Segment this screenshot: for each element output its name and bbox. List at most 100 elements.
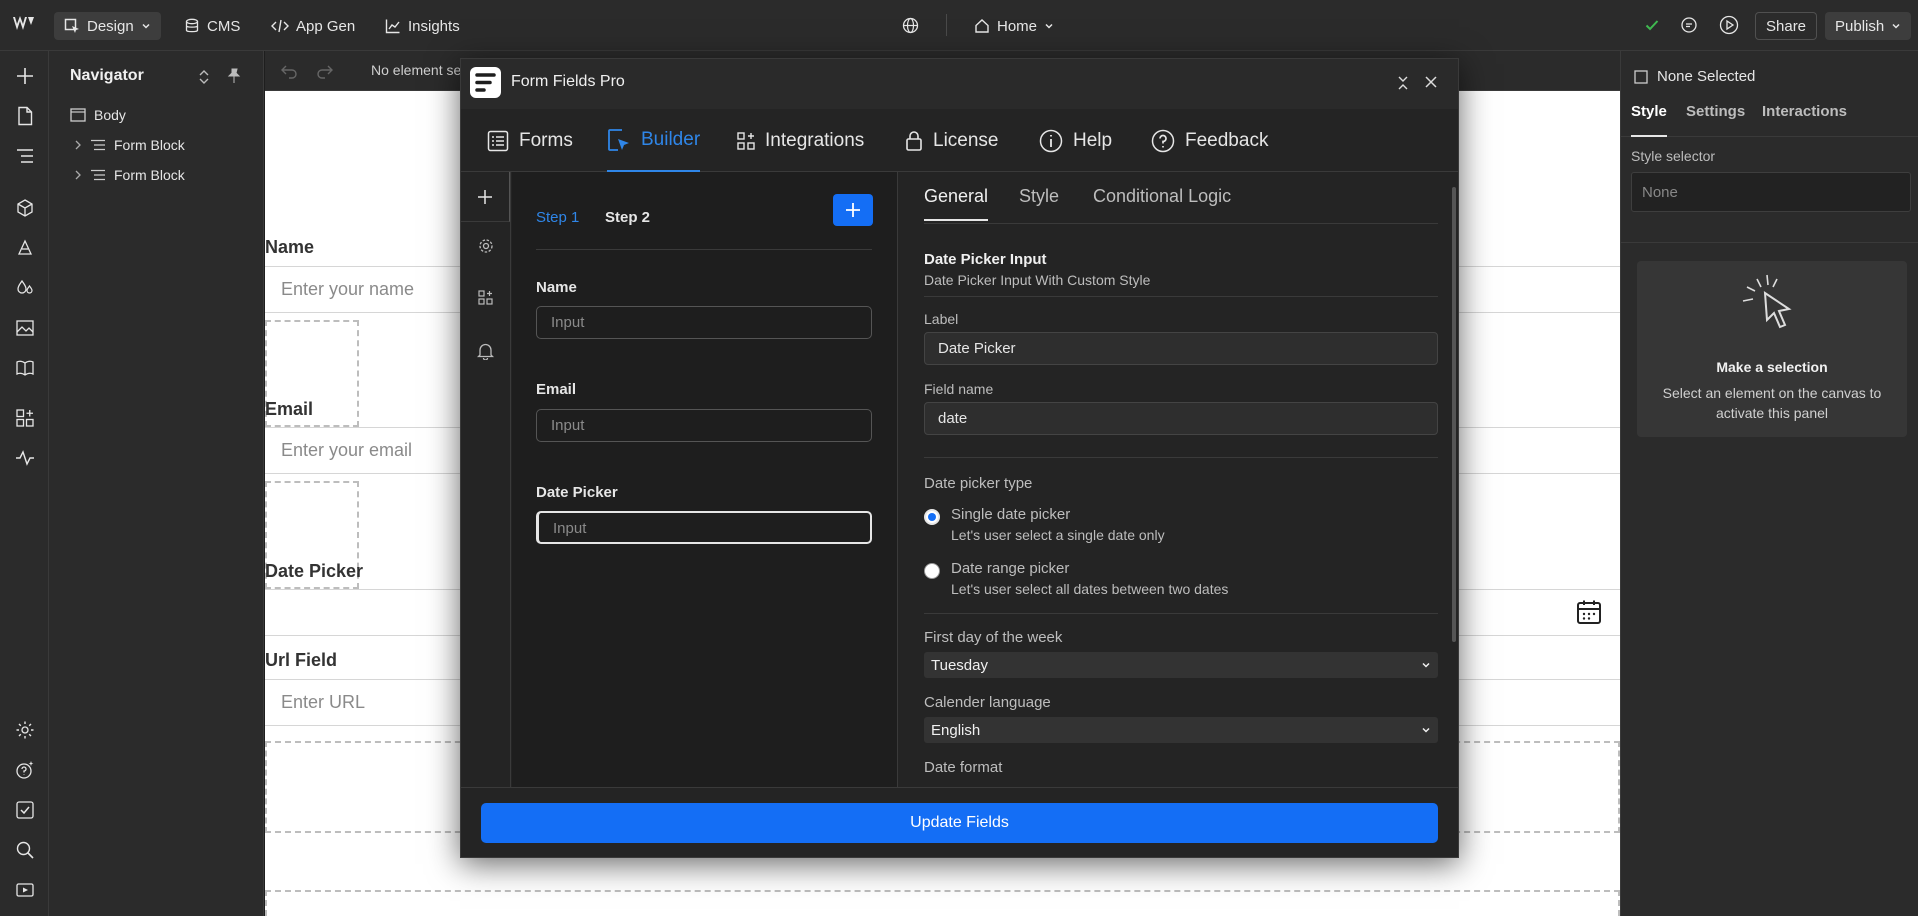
integrations-grid-icon[interactable]: [478, 290, 493, 305]
builder-cursor-icon: [607, 128, 631, 152]
share-button[interactable]: Share: [1755, 12, 1818, 40]
single-date-radio[interactable]: [924, 509, 940, 525]
field-name-input[interactable]: date: [924, 402, 1438, 435]
activity-icon[interactable]: [12, 445, 38, 471]
tab-general[interactable]: General: [924, 186, 989, 221]
settings-scrollbar[interactable]: [1452, 187, 1456, 642]
question-icon: [1151, 129, 1175, 153]
tab-builder[interactable]: Builder: [607, 109, 701, 172]
nav-item-label: Form Block: [114, 137, 185, 153]
single-date-title: Single date picker: [951, 506, 1071, 523]
close-icon[interactable]: [1424, 75, 1438, 89]
left-toolbar: [0, 51, 49, 916]
webflow-logo-icon[interactable]: [12, 14, 36, 34]
label-input[interactable]: Date Picker: [924, 332, 1438, 365]
pages-icon[interactable]: [12, 103, 38, 129]
section-subtitle: Date Picker Input With Custom Style: [924, 272, 1151, 288]
calendar-icon[interactable]: [1576, 599, 1602, 625]
style-selectors-icon[interactable]: [12, 235, 38, 261]
apps-icon[interactable]: [12, 405, 38, 431]
date-range-radio[interactable]: [924, 563, 940, 579]
body-box-icon: [70, 108, 86, 122]
assets-image-icon[interactable]: [12, 315, 38, 341]
section-title: Date Picker Input: [924, 251, 1047, 268]
globe-icon[interactable]: [902, 17, 919, 34]
navigator-icon[interactable]: [12, 143, 38, 169]
language-value: English: [931, 721, 981, 739]
empty-state-title: Make a selection: [1716, 359, 1828, 375]
tab-label: Forms: [519, 129, 573, 151]
update-fields-button[interactable]: Update Fields: [481, 803, 1438, 843]
form-lines-icon: [90, 139, 106, 151]
chevron-right-icon[interactable]: [74, 140, 82, 150]
settings-gear-icon[interactable]: [478, 238, 494, 254]
design-mode-button[interactable]: Design: [54, 12, 161, 40]
insights-button[interactable]: Insights: [385, 12, 460, 40]
variables-drops-icon[interactable]: [12, 275, 38, 301]
cms-button[interactable]: CMS: [184, 12, 240, 40]
step-2-tab[interactable]: Step 2: [605, 209, 650, 226]
style-selector-input[interactable]: None: [1631, 172, 1911, 212]
builder-sidebar: [461, 172, 511, 787]
preview-play-icon[interactable]: [1719, 15, 1739, 35]
nav-item-body[interactable]: Body: [70, 107, 126, 123]
tab-license[interactable]: License: [905, 109, 999, 172]
insights-label: Insights: [408, 17, 460, 35]
tab-integrations[interactable]: Integrations: [737, 109, 864, 172]
undo-icon[interactable]: [280, 63, 298, 79]
minimize-icon[interactable]: [1396, 75, 1410, 91]
field-date-input[interactable]: Input: [536, 511, 872, 544]
navigator-title: Navigator: [70, 67, 144, 84]
publish-button[interactable]: Publish: [1825, 12, 1912, 40]
book-icon[interactable]: [12, 355, 38, 381]
section-divider: [924, 296, 1438, 297]
bell-icon[interactable]: [477, 342, 494, 360]
single-date-desc: Let's user select a single date only: [951, 527, 1165, 543]
form-fields-pro-modal: Form Fields Pro Forms Builder Integratio…: [460, 58, 1459, 858]
navigator-panel: Navigator Body Form Block Form Block: [49, 51, 264, 916]
video-tutorial-icon[interactable]: [12, 877, 38, 903]
add-step-button[interactable]: [833, 194, 873, 226]
canvas-form-section[interactable]: [265, 890, 1620, 916]
chevron-down-icon: [1421, 660, 1431, 670]
pin-icon[interactable]: [227, 68, 241, 84]
app-gen-button[interactable]: App Gen: [271, 12, 355, 40]
help-sparkle-icon[interactable]: [12, 757, 38, 783]
search-icon[interactable]: [12, 837, 38, 863]
add-icon[interactable]: [12, 63, 38, 89]
steps-divider: [536, 249, 872, 250]
first-day-select[interactable]: Tuesday: [924, 652, 1438, 678]
form-lines-icon: [90, 169, 106, 181]
nav-item-form-block[interactable]: Form Block: [74, 167, 185, 183]
field-email-input[interactable]: Input: [536, 409, 872, 442]
tab-conditional-logic[interactable]: Conditional Logic: [1093, 186, 1231, 207]
settings-gear-icon[interactable]: [12, 717, 38, 743]
canvas-date-label: Date Picker: [265, 561, 364, 581]
tab-forms[interactable]: Forms: [487, 109, 573, 172]
tab-settings[interactable]: Settings: [1686, 103, 1745, 120]
page-selector[interactable]: Home: [974, 12, 1054, 40]
nav-item-form-block[interactable]: Form Block: [74, 137, 185, 153]
database-icon: [184, 18, 200, 34]
tab-feedback[interactable]: Feedback: [1151, 109, 1268, 172]
language-select[interactable]: English: [924, 717, 1438, 743]
comment-icon[interactable]: [1680, 16, 1698, 34]
add-field-icon[interactable]: [461, 172, 510, 222]
chevron-right-icon[interactable]: [74, 170, 82, 180]
panel-divider: [1621, 242, 1918, 243]
step-1-tab[interactable]: Step 1: [536, 209, 579, 226]
date-range-title: Date range picker: [951, 560, 1070, 577]
expand-collapse-icon[interactable]: [198, 69, 210, 85]
tab-style[interactable]: Style: [1019, 186, 1059, 207]
label-caption: Label: [924, 311, 959, 327]
top-bar: Design CMS App Gen Insights Home Share P…: [0, 0, 1918, 51]
checklist-icon[interactable]: [12, 797, 38, 823]
modal-header: Form Fields Pro: [461, 59, 1458, 109]
field-name-input[interactable]: Input: [536, 306, 872, 339]
redo-icon[interactable]: [316, 63, 334, 79]
tab-help[interactable]: Help: [1039, 109, 1112, 172]
language-caption: Calender language: [924, 694, 1051, 711]
tab-style[interactable]: Style: [1631, 103, 1667, 137]
components-icon[interactable]: [12, 195, 38, 221]
tab-interactions[interactable]: Interactions: [1762, 103, 1847, 120]
